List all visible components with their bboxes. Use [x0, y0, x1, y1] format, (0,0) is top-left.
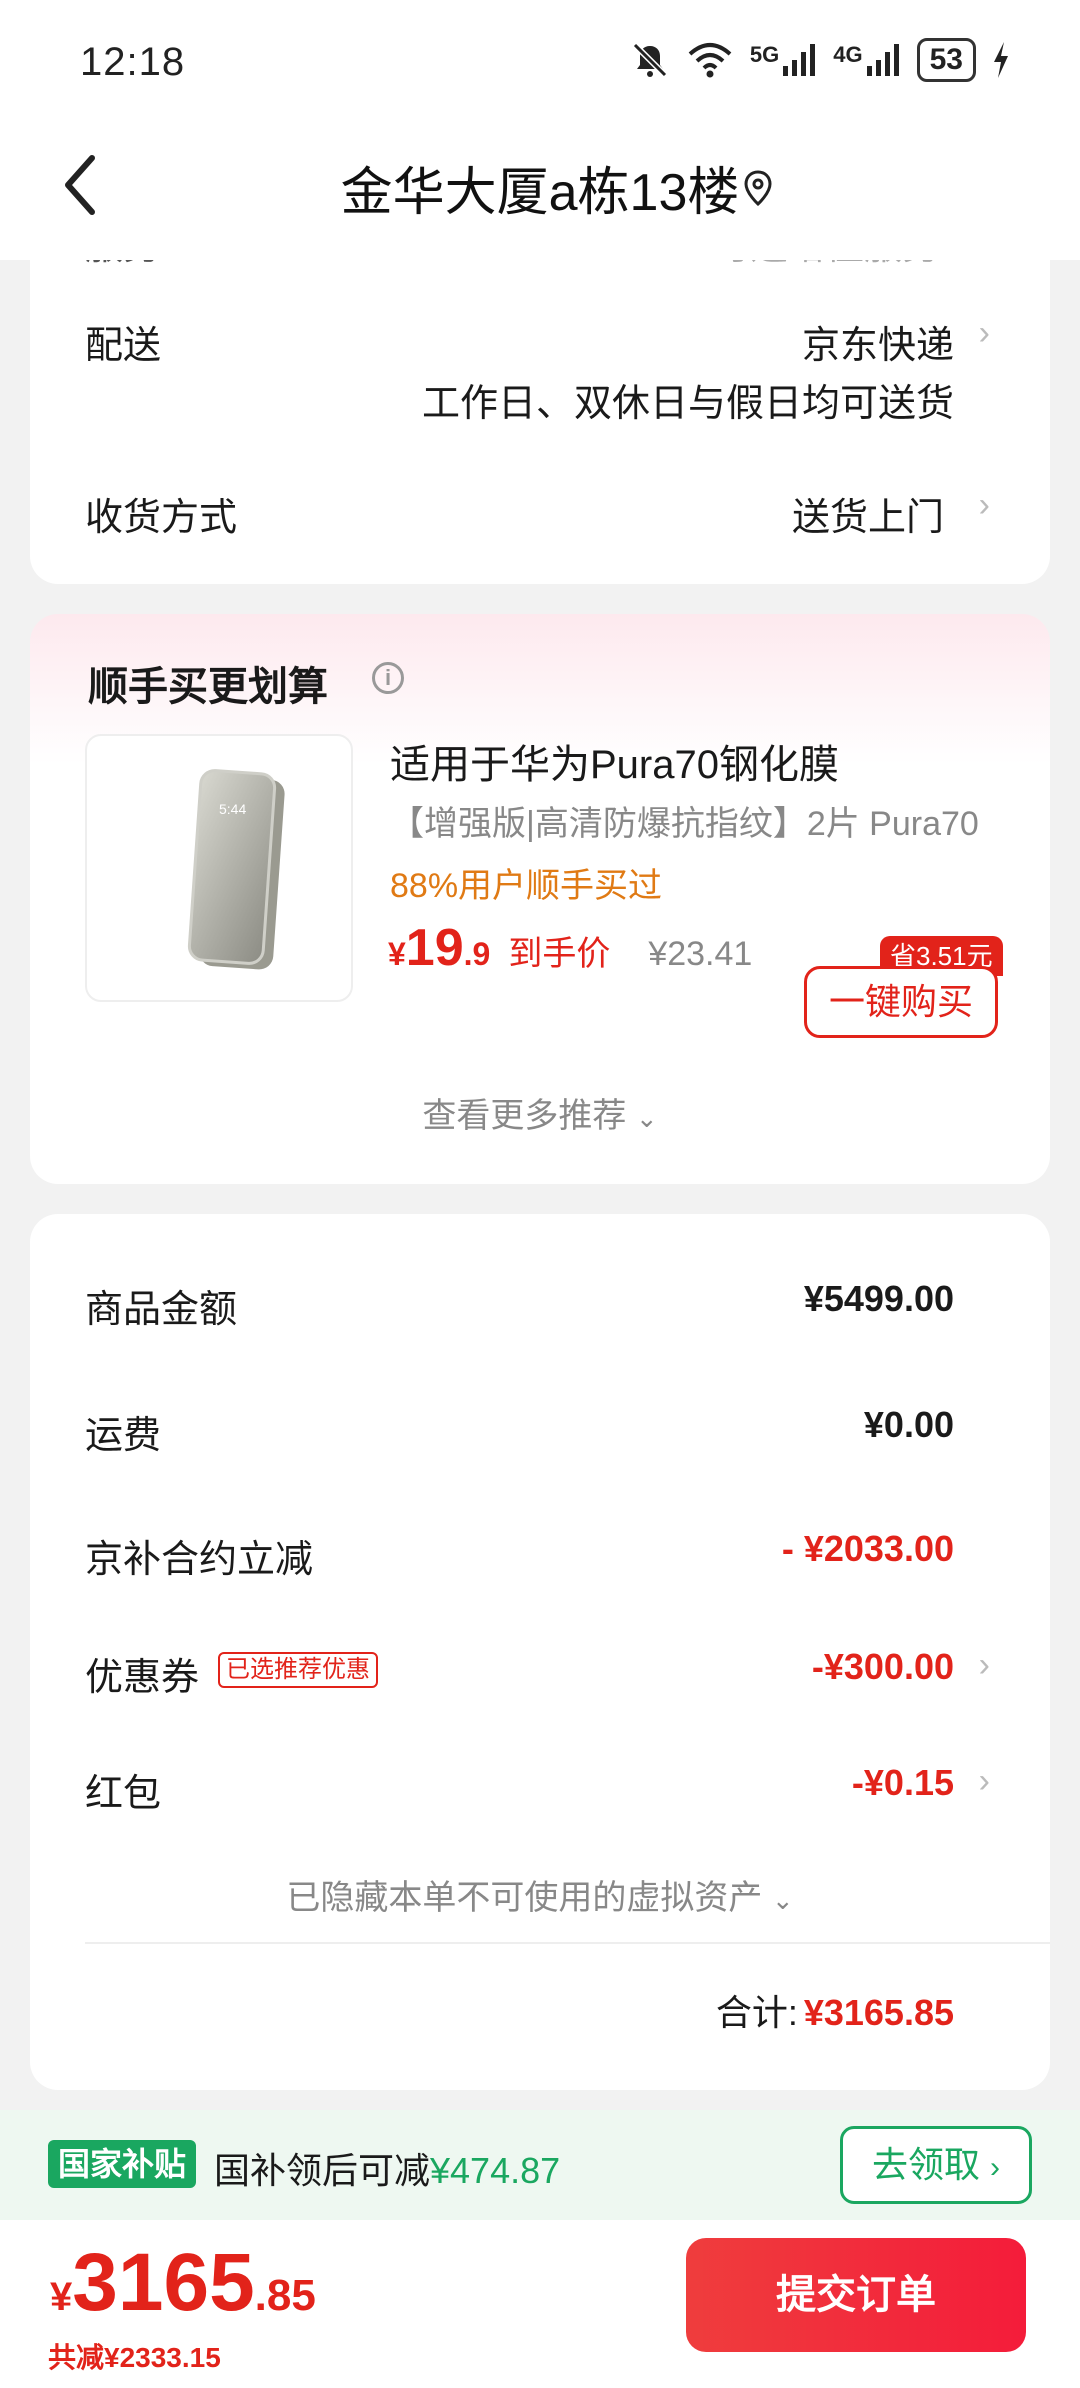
summary-label-contract: 京补合约立减: [85, 1539, 314, 1581]
wifi-icon: [688, 43, 732, 78]
product-thumbnail[interactable]: 5:44: [85, 734, 353, 1002]
status-icons: 5G 4G 53: [630, 38, 1010, 82]
original-price: ¥23.41: [648, 935, 753, 973]
phone-screen-protector-image: 5:44: [187, 769, 285, 970]
subsidy-text: 国补领后可减¥474.87: [214, 2150, 561, 2191]
bottom-checkout-bar: ¥ 3165 .85 共减¥2333.15 提交订单: [0, 2220, 1080, 2388]
mute-bell-icon: [632, 42, 668, 78]
svg-text:5:44: 5:44: [219, 801, 246, 817]
status-time: 12:18: [80, 40, 186, 84]
receive-method-label: 收货方式: [85, 497, 238, 539]
divider: [85, 1942, 1050, 1944]
info-icon[interactable]: i: [372, 662, 404, 694]
national-subsidy-bar: 国家补贴 国补领后可减¥474.87 去领取 ›: [0, 2110, 1080, 2220]
address-title[interactable]: 金华大厦a栋13楼: [0, 150, 1080, 225]
claim-subsidy-button[interactable]: 去领取 ›: [840, 2126, 1032, 2204]
one-click-buy-button[interactable]: 一键购买: [804, 966, 998, 1038]
summary-total: 合计: ¥3165.85: [715, 1992, 954, 2033]
product-price: ¥ 19 .9 到手价 ¥23.41: [388, 919, 753, 977]
signal-5g-icon: 5G: [750, 42, 817, 78]
signal-4g-icon: 4G: [833, 42, 900, 78]
footer-total-price: ¥ 3165 .85: [50, 2237, 316, 2328]
summary-label-goods: 商品金额: [85, 1289, 238, 1331]
receive-method-value[interactable]: 送货上门: [792, 486, 944, 541]
battery-indicator: 53: [916, 38, 976, 82]
summary-value-redpacket[interactable]: -¥0.15: [852, 1762, 954, 1804]
product-purchase-stat: 88%用户顺手买过: [390, 867, 663, 905]
summary-value-shipping: ¥0.00: [863, 1404, 954, 1445]
coupon-chevron-icon[interactable]: ›: [979, 1646, 990, 1685]
delivery-note: 工作日、双休日与假日均可送货: [421, 383, 954, 425]
footer-total-saved: 共减¥2333.15: [48, 2342, 221, 2373]
receive-chevron-icon[interactable]: ›: [979, 486, 990, 525]
chevron-down-icon: ⌄: [635, 1103, 658, 1133]
summary-label-redpacket: 红包: [85, 1773, 162, 1815]
chevron-down-icon: ⌄: [771, 1885, 794, 1915]
coupon-tag: 已选推荐优惠: [218, 1652, 378, 1688]
product-name[interactable]: 适用于华为Pura70钢化膜: [390, 732, 839, 790]
upsell-card: 顺手买更划算 i 5:44 适用于华为Pura70钢化膜 【增强版|高清防爆抗指…: [30, 614, 1050, 1184]
location-pin-icon[interactable]: [738, 168, 778, 208]
delivery-label: 配送: [85, 325, 162, 367]
summary-value-contract: - ¥2033.00: [781, 1528, 954, 1569]
product-description: 【增强版|高清防爆抗指纹】2片 Pura70: [390, 805, 979, 843]
summary-label-shipping: 运费: [85, 1415, 162, 1457]
delivery-value[interactable]: 京东快递: [802, 314, 954, 369]
summary-value-coupon[interactable]: -¥300.00: [812, 1646, 954, 1688]
summary-value-goods: ¥5499.00: [803, 1278, 954, 1319]
price-summary-card: 商品金额 ¥5499.00 运费 ¥0.00 京补合约立减 - ¥2033.00…: [30, 1214, 1050, 2090]
top-bar: 12:18 5G 4G 53 金华大厦a栋13楼: [0, 0, 1080, 260]
chevron-right-icon: ›: [990, 2151, 1001, 2184]
summary-label-coupon: 优惠券: [85, 1657, 200, 1699]
national-subsidy-tag: 国家补贴: [48, 2140, 197, 2188]
charging-icon: [994, 42, 1008, 78]
hidden-assets-toggle[interactable]: 已隐藏本单不可使用的虚拟资产 ⌄: [30, 1870, 1050, 1919]
submit-order-button[interactable]: 提交订单: [686, 2238, 1026, 2352]
upsell-title: 顺手买更划算: [88, 665, 328, 709]
redpacket-chevron-icon[interactable]: ›: [979, 1762, 990, 1801]
more-recommendations[interactable]: 查看更多推荐 ⌄: [30, 1088, 1050, 1137]
delivery-chevron-icon[interactable]: ›: [979, 314, 990, 353]
